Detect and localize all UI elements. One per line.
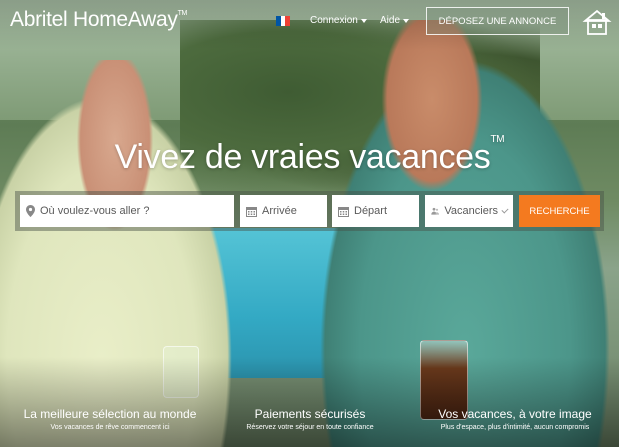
language-flag-icon[interactable] (276, 16, 291, 26)
brand-logo-tm: TM (177, 10, 188, 17)
feature-selection: La meilleure sélection au monde Vos vaca… (15, 407, 205, 431)
chevron-down-icon (360, 19, 367, 23)
people-icon (431, 207, 440, 215)
calendar-icon (338, 206, 349, 217)
feature-title: La meilleure sélection au monde (23, 407, 197, 421)
feature-subtitle: Vos vacances de rêve commencent ici (50, 424, 170, 431)
feature-payments: Paiements sécurisés Réservez votre séjou… (210, 407, 410, 431)
travelers-placeholder: Vacanciers (444, 205, 498, 217)
chevron-down-icon (403, 19, 410, 23)
nav-aide[interactable]: Aide (380, 15, 410, 26)
feature-your-way: Vos vacances, à votre image Plus d'espac… (420, 407, 610, 431)
feature-subtitle: Plus d'espace, plus d'intimité, aucun co… (440, 424, 590, 431)
travelers-select[interactable]: Vacanciers (425, 195, 513, 227)
post-listing-button[interactable]: DÉPOSEZ UNE ANNONCE (426, 7, 569, 35)
flag-stripe-red (285, 16, 291, 26)
feature-title: Paiements sécurisés (254, 407, 366, 421)
house-icon[interactable] (582, 8, 612, 36)
hero-headline-text: Vivez de vraies vacances (114, 138, 491, 176)
hero-headline-tm: TM (490, 133, 505, 145)
calendar-icon (246, 206, 257, 217)
search-bar: Où voulez-vous aller ? Arrivée Départ Va… (15, 191, 604, 231)
destination-input[interactable]: Où voulez-vous aller ? (20, 195, 234, 227)
hero-headline: Vivez de vraies vacancesTM (0, 134, 619, 177)
arrival-date-input[interactable]: Arrivée (240, 195, 327, 227)
destination-placeholder: Où voulez-vous aller ? (40, 205, 150, 217)
chevron-down-icon (501, 205, 509, 214)
arrival-placeholder: Arrivée (262, 205, 297, 217)
nav-connexion-label: Connexion (310, 15, 358, 26)
search-button[interactable]: RECHERCHE (519, 195, 600, 227)
departure-placeholder: Départ (354, 205, 388, 217)
feature-subtitle: Réservez votre séjour en toute confiance (246, 424, 374, 431)
brand-logo[interactable]: Abritel HomeAwayTM (10, 8, 187, 32)
feature-title: Vos vacances, à votre image (438, 407, 592, 421)
brand-logo-text: Abritel HomeAway (10, 8, 178, 31)
location-pin-icon (26, 205, 35, 217)
bottom-shade (0, 357, 619, 447)
hero-background: Abritel HomeAwayTM Connexion Aide DÉPOSE… (0, 0, 619, 447)
nav-connexion[interactable]: Connexion (310, 15, 367, 26)
nav-aide-label: Aide (380, 15, 401, 26)
departure-date-input[interactable]: Départ (332, 195, 419, 227)
